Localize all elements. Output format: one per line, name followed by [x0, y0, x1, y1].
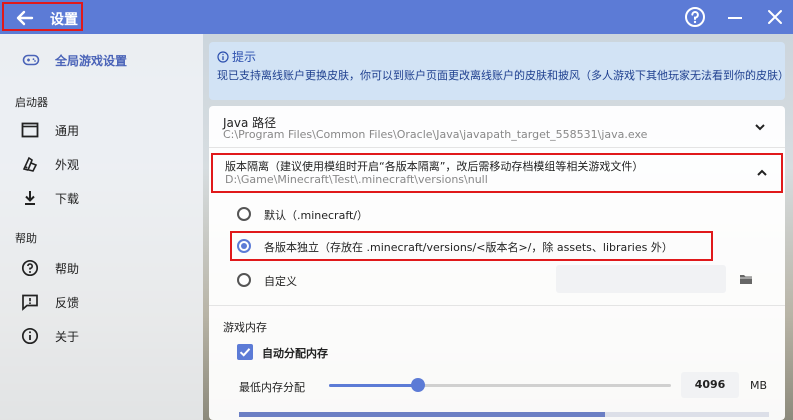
memory-usage-bar	[239, 412, 769, 417]
sidebar-item-about[interactable]: 关于	[0, 322, 203, 350]
radio-button[interactable]	[237, 207, 251, 221]
version-isolation-label: 版本隔离（建议使用模组时开启“各版本隔离”，改后需移动存档模组等相关游戏文件）	[225, 160, 644, 173]
back-button[interactable]: 设置	[2, 2, 83, 31]
title-bar: 设置	[0, 0, 793, 34]
tip-title: 提示	[232, 50, 257, 64]
checkmark-icon	[239, 348, 251, 357]
sidebar-item-label: 反馈	[55, 296, 80, 310]
game-memory-title: 游戏内存	[223, 321, 267, 334]
window-icon	[21, 122, 39, 138]
sidebar-item-global-settings[interactable]: 全局游戏设置	[0, 46, 203, 74]
memory-usage-fill	[239, 412, 605, 417]
version-isolation-row[interactable]: 版本隔离（建议使用模组时开启“各版本隔离”，改后需移动存档模组等相关游戏文件） …	[211, 153, 783, 193]
tip-text: 现已支持离线账户更换皮肤，你可以到账户页面更改离线账户的皮肤和披风（多人游戏下其…	[217, 69, 789, 82]
auto-memory-label: 自动分配内存	[262, 347, 328, 360]
sidebar-heading-help: 帮助	[15, 232, 37, 245]
minimize-icon[interactable]	[724, 6, 746, 28]
main-panel: 提示 现已支持离线账户更换皮肤，你可以到账户页面更改离线账户的皮肤和披风（多人游…	[203, 34, 793, 420]
sidebar-heading-launcher: 启动器	[15, 96, 48, 109]
sidebar-item-download[interactable]: 下载	[0, 184, 203, 212]
radio-label: 自定义	[264, 275, 297, 288]
memory-slider-track[interactable]	[329, 384, 671, 387]
close-icon[interactable]	[764, 6, 786, 28]
min-memory-label: 最低内存分配	[239, 381, 305, 394]
sidebar-item-label: 通用	[55, 124, 80, 138]
settings-card: Java 路径 C:\Program Files\Common Files\Or…	[209, 106, 785, 420]
download-icon	[25, 191, 35, 205]
java-path-row[interactable]: Java 路径 C:\Program Files\Common Files\Or…	[209, 106, 785, 148]
sidebar-item-label: 关于	[55, 330, 80, 344]
page-title: 设置	[50, 12, 78, 28]
help-circle-icon	[21, 259, 39, 277]
auto-memory-checkbox[interactable]	[237, 344, 253, 360]
sidebar-item-feedback[interactable]: 反馈	[0, 288, 203, 316]
sidebar-item-label: 外观	[55, 158, 80, 172]
radio-label: 默认（.minecraft/）	[264, 209, 369, 222]
sidebar-item-general[interactable]: 通用	[0, 116, 203, 144]
palette-icon	[22, 156, 38, 172]
info-icon	[217, 51, 229, 63]
chevron-up-icon[interactable]	[755, 166, 769, 180]
memory-slider-handle[interactable]	[410, 378, 425, 392]
sidebar-item-appearance[interactable]: 外观	[0, 150, 203, 178]
sidebar: 全局游戏设置 启动器 通用 外观 下载 帮助 帮助 反馈 关于	[0, 34, 203, 420]
chevron-down-icon[interactable]	[753, 120, 767, 134]
radio-label: 各版本独立（存放在 .minecraft/versions/<版本名>/，除 a…	[264, 241, 673, 254]
radio-button-selected[interactable]	[237, 239, 251, 253]
version-isolation-path: D:\Game\Minecraft\Test\.minecraft\versio…	[225, 173, 488, 186]
divider	[209, 305, 785, 306]
info-icon	[21, 327, 39, 345]
arrow-left-icon[interactable]	[14, 7, 36, 29]
min-memory-input[interactable]: 4096	[681, 372, 739, 398]
gamepad-icon	[22, 54, 40, 66]
feedback-icon	[22, 294, 38, 311]
help-circle-icon[interactable]	[684, 6, 706, 28]
sidebar-item-label: 下载	[55, 192, 80, 206]
sidebar-item-label: 全局游戏设置	[55, 54, 128, 68]
java-path-value: C:\Program Files\Common Files\Oracle\Jav…	[223, 128, 648, 141]
sidebar-item-help[interactable]: 帮助	[0, 254, 203, 282]
sidebar-item-label: 帮助	[55, 262, 80, 276]
tip-banner: 提示 现已支持离线账户更换皮肤，你可以到账户页面更改离线账户的皮肤和披风（多人游…	[209, 42, 789, 100]
radio-button[interactable]	[237, 273, 251, 287]
tip-header: 提示	[217, 48, 777, 64]
memory-slider-fill	[329, 384, 418, 387]
memory-unit-label: MB	[750, 379, 768, 392]
folder-icon[interactable]	[739, 273, 753, 285]
custom-path-input[interactable]	[556, 265, 726, 293]
